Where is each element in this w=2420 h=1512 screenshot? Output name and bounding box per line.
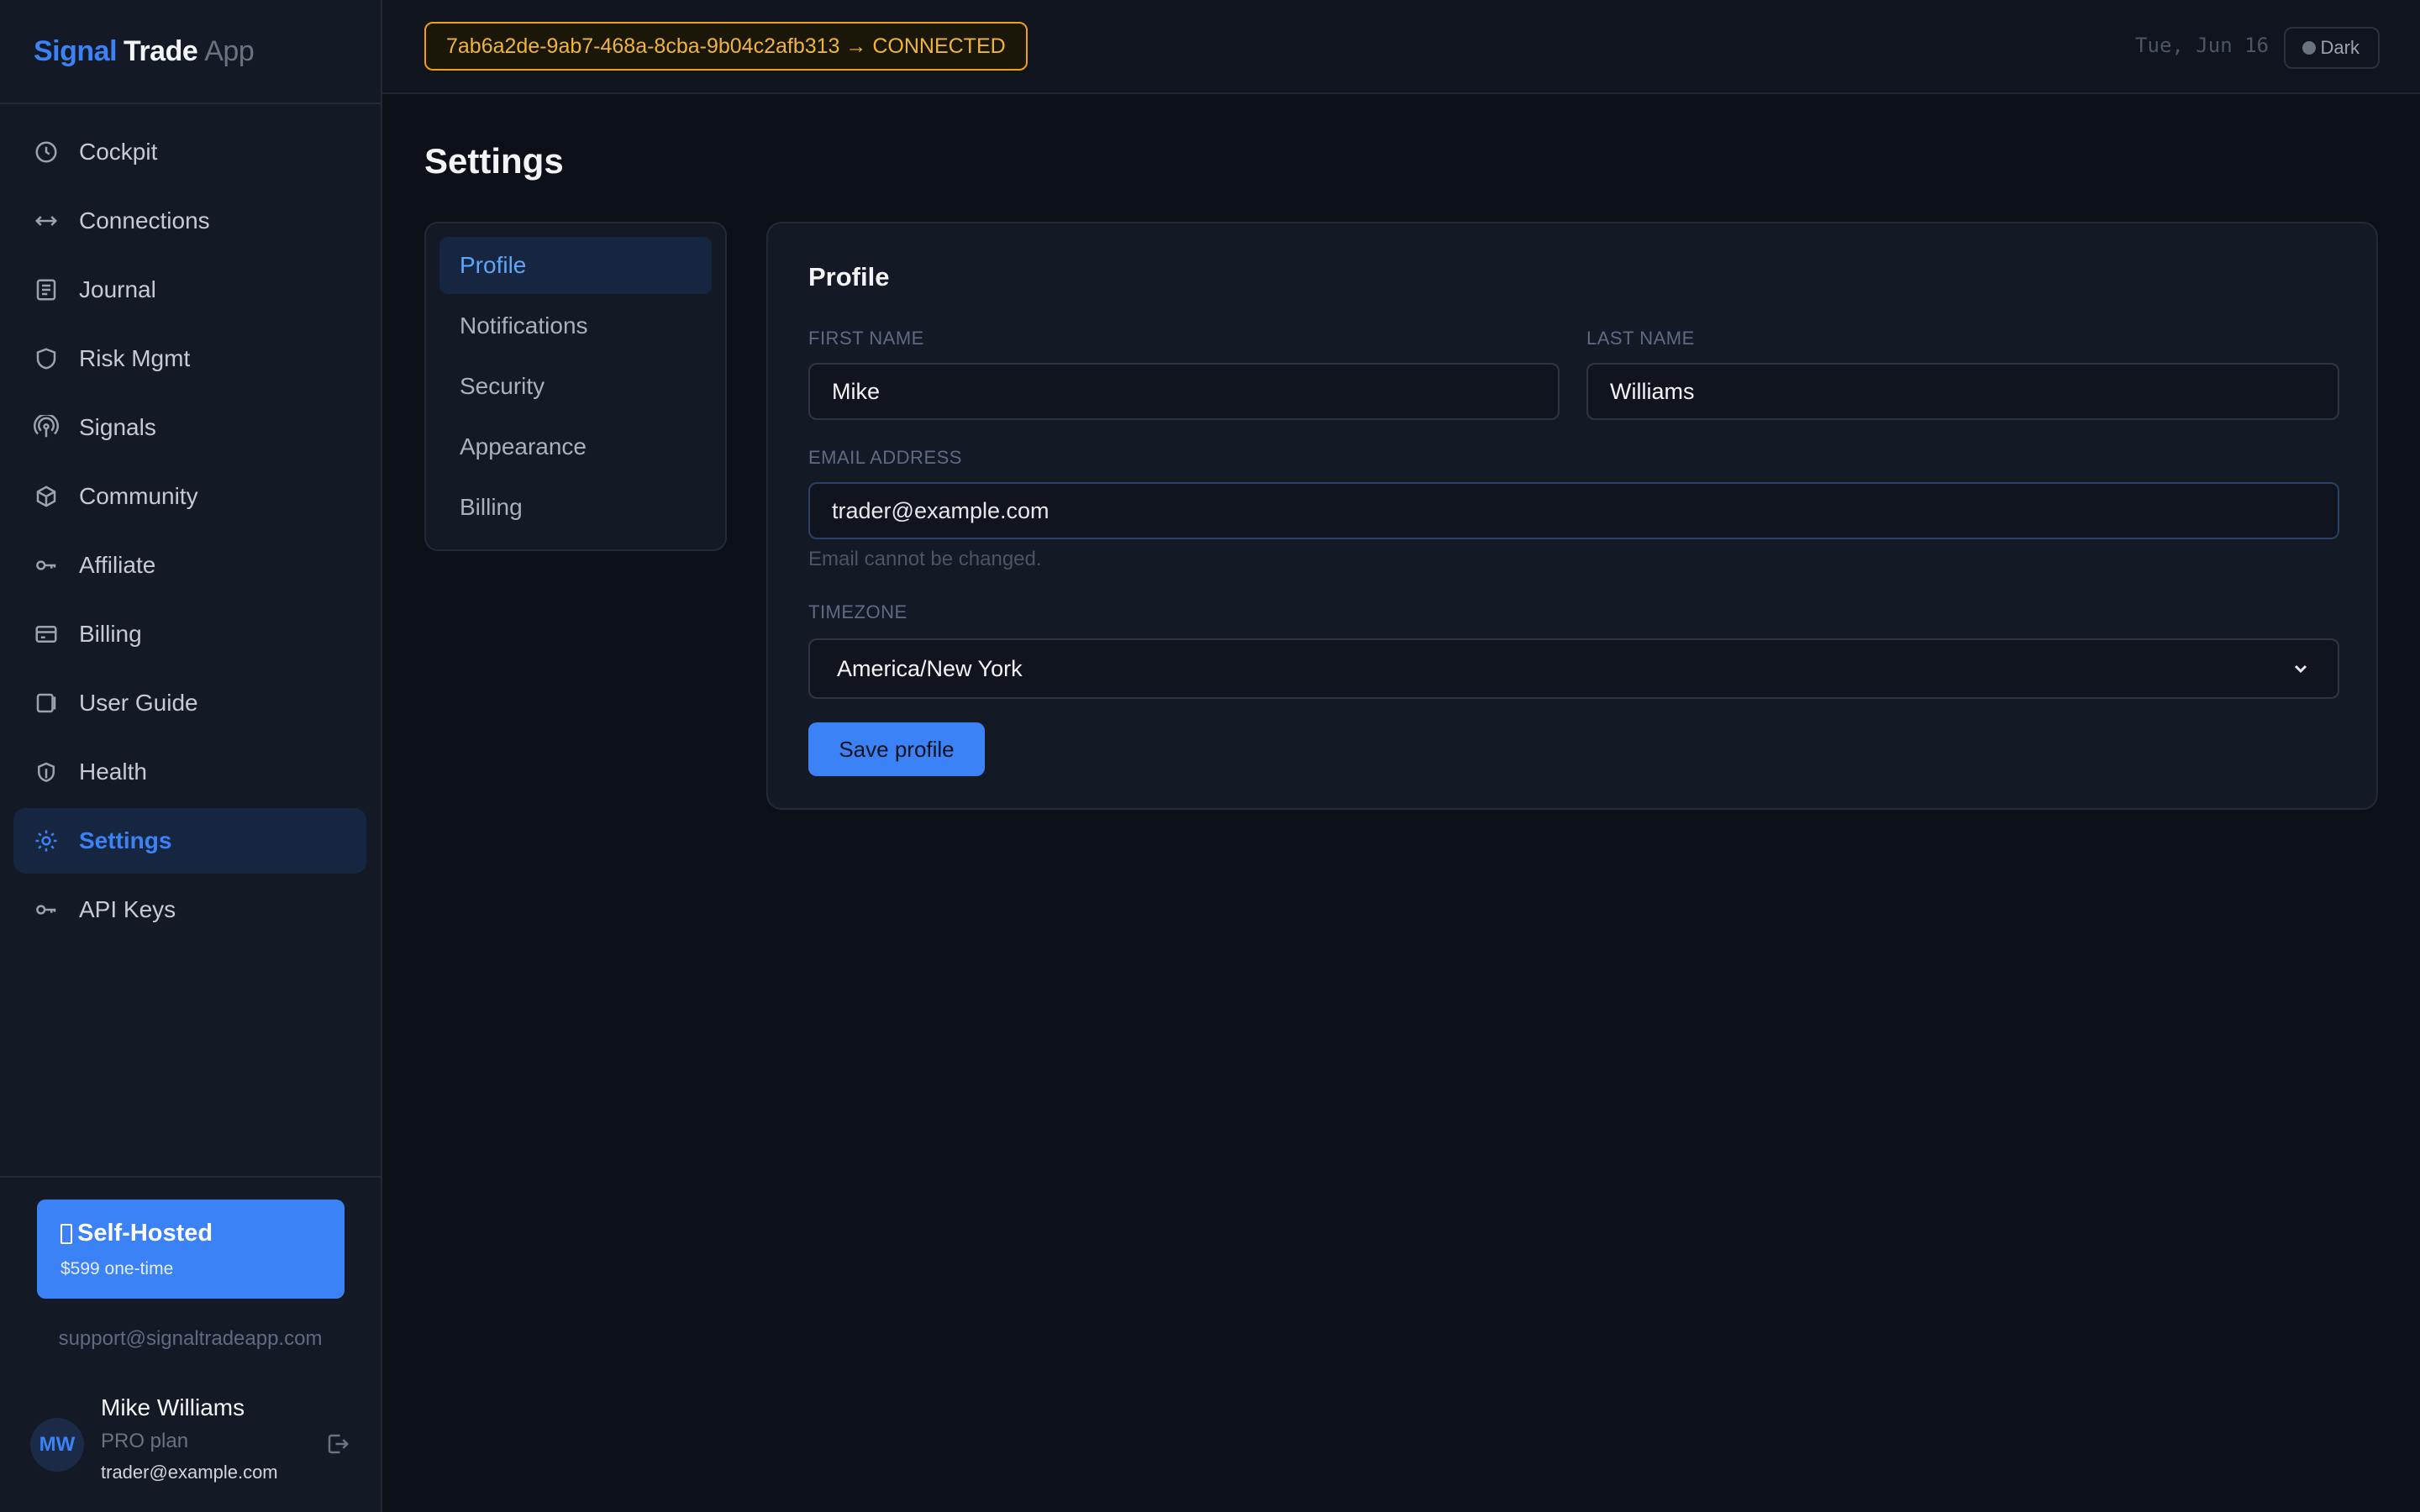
- gear-icon: [35, 830, 57, 852]
- theme-dot-icon: [2302, 41, 2316, 55]
- server-icon: [60, 1223, 72, 1244]
- tab-appearance[interactable]: Appearance: [439, 418, 712, 475]
- sidebar-item-label: Health: [79, 759, 147, 785]
- email-field[interactable]: [808, 482, 2339, 539]
- email-help-text: Email cannot be changed.: [808, 548, 1042, 570]
- sidebar-item-label: Billing: [79, 621, 142, 647]
- sidebar-item-label: API Keys: [79, 896, 176, 922]
- promo-price: $599 one-time: [60, 1259, 174, 1278]
- theme-label: Dark: [2320, 37, 2360, 58]
- timezone-select[interactable]: America/New York: [808, 638, 2339, 699]
- tab-profile[interactable]: Profile: [439, 237, 712, 294]
- timezone-value: America/New York: [837, 655, 1023, 681]
- sidebar-item-billing[interactable]: Billing: [13, 601, 366, 667]
- promo-title: Self-Hosted: [77, 1220, 213, 1247]
- last-name-field[interactable]: [1586, 363, 2339, 420]
- sidebar-item-label: Connections: [79, 207, 210, 234]
- main-content: 7ab6a2de-9ab7-468a-8cba-9b04c2afb313 → C…: [382, 0, 2420, 1512]
- brand-logo[interactable]: Signal Trade App: [0, 0, 381, 104]
- last-name-label: LAST NAME: [1586, 328, 1695, 349]
- sidebar-item-risk-mgmt[interactable]: Risk Mgmt: [13, 326, 366, 391]
- settings-nav: Profile Notifications Security Appearanc…: [424, 222, 727, 551]
- save-profile-button[interactable]: Save profile: [808, 722, 985, 776]
- sidebar-item-label: Affiliate: [79, 552, 156, 578]
- brand-signal: Signal: [34, 34, 118, 67]
- sidebar-item-community[interactable]: Community: [13, 464, 366, 529]
- first-name-label: FIRST NAME: [808, 328, 924, 349]
- user-card: MW Mike Williams PRO plan trader@example…: [30, 1394, 350, 1487]
- email-label: EMAIL ADDRESS: [808, 447, 962, 468]
- support-email-link[interactable]: support@signaltradeapp.com: [0, 1327, 381, 1351]
- sidebar-item-affiliate[interactable]: Affiliate: [13, 533, 366, 598]
- panel-title: Profile: [808, 262, 890, 291]
- clock-icon: [35, 141, 57, 163]
- user-email: trader@example.com: [101, 1462, 278, 1483]
- user-plan: PRO plan: [101, 1430, 189, 1452]
- sidebar-item-label: Risk Mgmt: [79, 345, 191, 371]
- brand-app: App: [204, 34, 255, 67]
- book-icon: [36, 693, 56, 713]
- credit-card-icon: [35, 626, 57, 643]
- broadcast-icon: [34, 415, 59, 438]
- first-name-field[interactable]: [808, 363, 1560, 420]
- theme-toggle-button[interactable]: Dark: [2283, 27, 2380, 69]
- sidebar-item-label: Cockpit: [79, 139, 158, 165]
- sidebar-item-cockpit[interactable]: Cockpit: [13, 119, 366, 185]
- current-date: Tue, Jun 16: [2135, 34, 2269, 57]
- tab-notifications[interactable]: Notifications: [439, 297, 712, 354]
- sidebar-item-journal[interactable]: Journal: [13, 257, 366, 323]
- sidebar-item-health[interactable]: Health: [13, 739, 366, 805]
- sidebar-item-label: Journal: [79, 276, 156, 302]
- promo-title-row: Self-Hosted: [60, 1220, 321, 1247]
- chevron-down-icon: [2294, 664, 2307, 674]
- heart-shield-icon: [38, 762, 55, 782]
- sidebar: Signal Trade App Cockpit Connections Jou…: [0, 0, 382, 1512]
- self-hosted-promo-button[interactable]: Self-Hosted $599 one-time: [37, 1200, 345, 1299]
- sidebar-item-label: Signals: [79, 414, 156, 440]
- arrows-horizontal-icon: [34, 216, 58, 226]
- user-name: Mike Williams: [101, 1394, 245, 1420]
- sidebar-item-label: User Guide: [79, 690, 198, 716]
- cube-icon: [36, 486, 56, 507]
- key-icon: [36, 905, 56, 915]
- page-title: Settings: [424, 141, 564, 181]
- sidebar-item-signals[interactable]: Signals: [13, 395, 366, 460]
- key-icon: [36, 560, 56, 570]
- top-bar: 7ab6a2de-9ab7-468a-8cba-9b04c2afb313 → C…: [382, 0, 2420, 94]
- sidebar-footer: Self-Hosted $599 one-time support@signal…: [0, 1176, 381, 1512]
- sidebar-item-label: Settings: [79, 827, 172, 853]
- profile-panel: Profile FIRST NAME LAST NAME EMAIL ADDRE…: [766, 222, 2378, 810]
- avatar: MW: [30, 1418, 84, 1472]
- sidebar-item-settings[interactable]: Settings: [13, 808, 366, 874]
- sidebar-item-api-keys[interactable]: API Keys: [13, 877, 366, 942]
- sidebar-item-label: Community: [79, 483, 198, 509]
- journal-icon: [36, 279, 56, 301]
- sidebar-item-connections[interactable]: Connections: [13, 188, 366, 254]
- sidebar-item-user-guide[interactable]: User Guide: [13, 670, 366, 736]
- shield-icon: [36, 348, 56, 370]
- timezone-label: TIMEZONE: [808, 601, 908, 622]
- brand-trade: Trade: [124, 34, 198, 67]
- logout-icon[interactable]: [325, 1431, 350, 1457]
- tab-billing[interactable]: Billing: [439, 479, 712, 536]
- sidebar-nav: Cockpit Connections Journal Risk Mgmt Si…: [0, 104, 381, 946]
- connection-status-badge[interactable]: 7ab6a2de-9ab7-468a-8cba-9b04c2afb313 → C…: [424, 22, 1028, 71]
- tab-security[interactable]: Security: [439, 358, 712, 415]
